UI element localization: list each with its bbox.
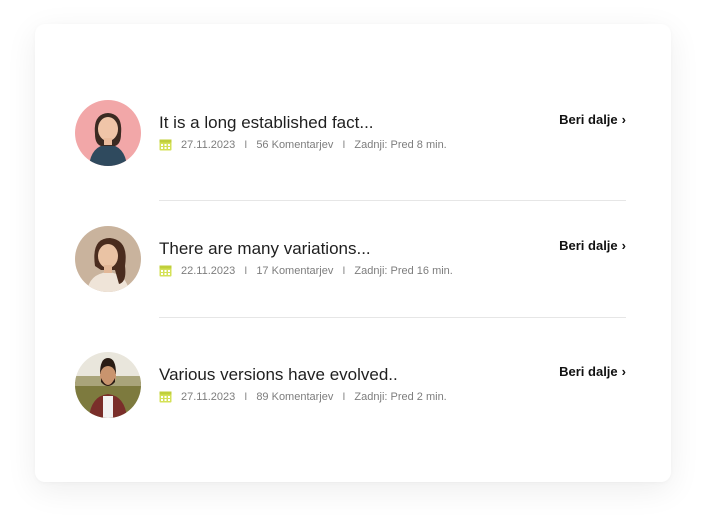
post-last-activity: Zadnji: Pred 16 min. bbox=[354, 264, 453, 277]
post-last-activity: Zadnji: Pred 2 min. bbox=[354, 390, 447, 403]
avatar-image bbox=[75, 352, 141, 418]
post-title[interactable]: Various versions have evolved.. bbox=[159, 365, 398, 385]
post-item: There are many variations... 22.11.2023 … bbox=[75, 226, 626, 296]
meta-separator: I bbox=[342, 390, 346, 403]
meta-separator: I bbox=[244, 264, 248, 277]
calendar-icon bbox=[159, 390, 172, 403]
posts-card: It is a long established fact... 27.11.2… bbox=[35, 24, 671, 482]
read-more-link[interactable]: Beri dalje › bbox=[559, 364, 626, 379]
read-more-link[interactable]: Beri dalje › bbox=[559, 112, 626, 127]
divider bbox=[159, 317, 626, 318]
read-more-label: Beri dalje bbox=[559, 364, 618, 379]
post-comments: 56 Komentarjev bbox=[256, 138, 334, 151]
post-date: 27.11.2023 bbox=[181, 390, 236, 403]
chevron-right-icon: › bbox=[621, 238, 626, 253]
calendar-icon bbox=[159, 138, 172, 151]
post-title[interactable]: It is a long established fact... bbox=[159, 113, 374, 133]
meta-separator: I bbox=[244, 138, 248, 151]
post-comments: 89 Komentarjev bbox=[256, 390, 334, 403]
avatar[interactable] bbox=[75, 352, 141, 418]
read-more-label: Beri dalje bbox=[559, 112, 618, 127]
post-last-activity: Zadnji: Pred 8 min. bbox=[354, 138, 447, 151]
post-title[interactable]: There are many variations... bbox=[159, 239, 371, 259]
chevron-right-icon: › bbox=[621, 112, 626, 127]
read-more-label: Beri dalje bbox=[559, 238, 618, 253]
post-date: 27.11.2023 bbox=[181, 138, 236, 151]
calendar-icon bbox=[159, 264, 172, 277]
read-more-link[interactable]: Beri dalje › bbox=[559, 238, 626, 253]
post-meta: 27.11.2023 I 89 Komentarjev I Zadnji: Pr… bbox=[159, 390, 447, 403]
post-comments: 17 Komentarjev bbox=[256, 264, 334, 277]
post-date: 22.11.2023 bbox=[181, 264, 236, 277]
post-meta: 22.11.2023 I 17 Komentarjev I Zadnji: Pr… bbox=[159, 264, 453, 277]
avatar[interactable] bbox=[75, 226, 141, 292]
post-item: It is a long established fact... 27.11.2… bbox=[75, 100, 626, 170]
divider bbox=[159, 200, 626, 201]
post-item: Various versions have evolved.. 27.11.20… bbox=[75, 352, 626, 422]
meta-separator: I bbox=[244, 390, 248, 403]
meta-separator: I bbox=[342, 138, 346, 151]
avatar-image bbox=[75, 100, 141, 166]
avatar-image bbox=[75, 226, 141, 292]
avatar[interactable] bbox=[75, 100, 141, 166]
post-meta: 27.11.2023 I 56 Komentarjev I Zadnji: Pr… bbox=[159, 138, 447, 151]
chevron-right-icon: › bbox=[621, 364, 626, 379]
meta-separator: I bbox=[342, 264, 346, 277]
